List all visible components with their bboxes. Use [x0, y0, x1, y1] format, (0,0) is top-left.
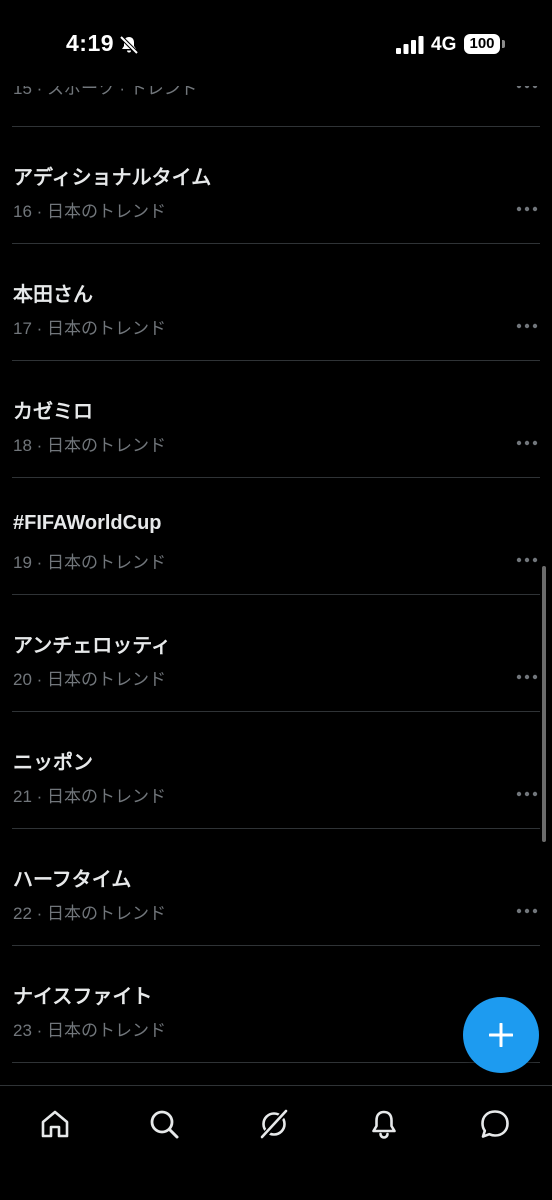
status-time: 4:19: [66, 30, 115, 56]
more-options-icon[interactable]: [516, 907, 538, 915]
notifications-icon: [372, 1110, 396, 1139]
trend-name: #FIFAWorldCup: [13, 512, 162, 534]
nav-messages[interactable]: [475, 1104, 515, 1144]
more-options-icon[interactable]: [516, 322, 538, 330]
trend-name: 本田さん: [13, 284, 93, 306]
trend-item[interactable]: ハーフタイム 22 · 日本のトレンド: [12, 829, 540, 946]
trend-item[interactable]: #FIFAWorldCup 19 · 日本のトレンド: [12, 478, 540, 595]
trend-item[interactable]: カゼミロ 18 · 日本のトレンド: [12, 361, 540, 478]
trend-meta: 23 · 日本のトレンド: [13, 1021, 167, 1040]
more-options-icon[interactable]: [516, 556, 538, 564]
trend-meta: 18 · 日本のトレンド: [13, 436, 167, 455]
trend-item[interactable]: アンチェロッティ 20 · 日本のトレンド: [12, 595, 540, 712]
trend-name: ニッポン: [13, 752, 93, 774]
compose-button[interactable]: [463, 997, 539, 1073]
more-options-icon[interactable]: [516, 790, 538, 798]
nav-home[interactable]: [35, 1104, 75, 1144]
battery-indicator: 100: [464, 34, 500, 54]
nav-notifications[interactable]: [364, 1104, 404, 1144]
battery-tip: [502, 40, 505, 48]
bottom-nav: [0, 1085, 552, 1200]
search-icon: [150, 1110, 179, 1139]
more-options-icon[interactable]: [516, 205, 538, 213]
signal-icon: [396, 36, 424, 54]
messages-icon: [481, 1110, 509, 1138]
trend-meta: 21 · 日本のトレンド: [13, 787, 167, 806]
plus-icon: [489, 1023, 513, 1047]
more-options-icon[interactable]: [516, 673, 538, 681]
trend-name: カゼミロ: [13, 401, 93, 423]
trend-item[interactable]: アディショナルタイム 16 · 日本のトレンド: [12, 127, 540, 244]
trend-meta: 19 · 日本のトレンド: [13, 553, 167, 572]
trend-meta: 16 · 日本のトレンド: [13, 202, 167, 221]
trend-name: ハーフタイム: [13, 869, 132, 891]
scrollbar[interactable]: [542, 566, 546, 842]
trend-name: ナイスファイト: [13, 986, 153, 1008]
nav-grok[interactable]: [254, 1104, 294, 1144]
trend-item[interactable]: ニッポン 21 · 日本のトレンド: [12, 712, 540, 829]
trend-meta: 20 · 日本のトレンド: [13, 670, 167, 689]
trend-name: アディショナルタイム: [13, 167, 212, 189]
grok-icon: [260, 1109, 289, 1139]
bell-slash-icon: [119, 35, 139, 55]
trend-item[interactable]: 本田さん 17 · 日本のトレンド: [12, 244, 540, 361]
nav-search[interactable]: [144, 1104, 184, 1144]
more-options-icon[interactable]: [516, 439, 538, 447]
network-label: 4G: [431, 34, 457, 55]
trend-name: アンチェロッティ: [13, 635, 171, 657]
trend-item[interactable]: ナイスファイト 23 · 日本のトレンド: [12, 946, 540, 1063]
home-icon: [41, 1110, 69, 1138]
trend-meta: 17 · 日本のトレンド: [13, 319, 167, 338]
trend-meta: 22 · 日本のトレンド: [13, 904, 167, 923]
status-bar: 4:19 4G 100: [0, 0, 552, 86]
screen: 15 · スポーツ · トレンド アディショナルタイム 16 · 日本のトレンド…: [0, 0, 552, 1200]
trend-list: 15 · スポーツ · トレンド アディショナルタイム 16 · 日本のトレンド…: [0, 10, 552, 1063]
